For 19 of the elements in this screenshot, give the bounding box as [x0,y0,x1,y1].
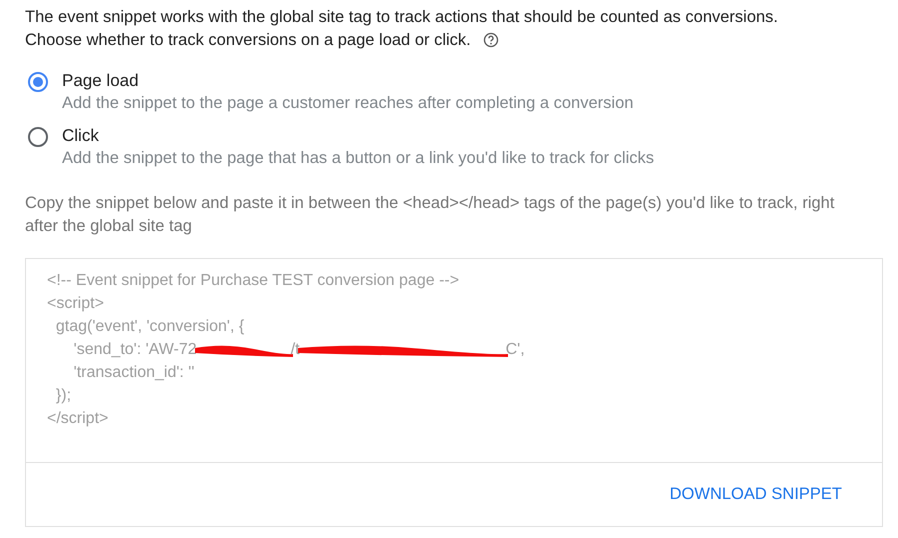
code-text: C', [506,340,525,360]
intro-text: The event snippet works with the global site tag to track actions that should be counted as conversions. Choose whether to track conversions on a page load or click. [25,7,780,51]
radio-button[interactable] [28,72,48,92]
code-text: </script> [47,409,108,429]
code-text: <!-- Event snippet for Purchase TEST conversion page --> [47,271,460,291]
code-text: gtag('event', 'conversion', { [54,317,244,337]
code-text: 'send_to': 'AW-72 [72,340,197,360]
code-text: /t [290,340,300,360]
code-text: 'transaction_id': '' [72,363,194,383]
option-description: Add the snippet to the page that has a button or a link you'd like to track for clicks [62,148,654,169]
option-label: Click [62,125,100,147]
option-description: Add the snippet to the page a customer reaches after completing a conversion [62,93,634,114]
code-text: <script> [47,294,104,314]
instructions-text: Copy the snippet below and paste it in between the <head></head> tags of the page(s) you'd like to track, right after the global site tag [25,193,836,237]
option-label: Page load [62,70,140,92]
code-text: }); [54,386,72,406]
radio-button[interactable] [28,127,48,147]
download-snippet-button[interactable]: DOWNLOAD SNIPPET [660,477,852,512]
help-icon[interactable] [482,32,499,48]
